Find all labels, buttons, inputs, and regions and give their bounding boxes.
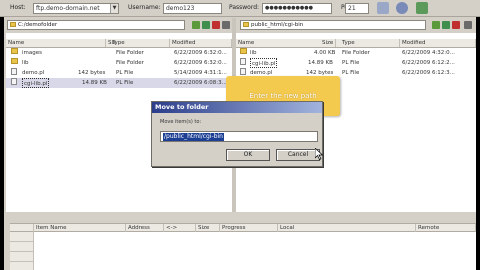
file-type: File Folder — [116, 60, 144, 66]
username-value: demo123 — [166, 5, 195, 12]
right-path-bar: public_html/cgi-bin — [236, 18, 476, 31]
col-modified[interactable]: Modified — [170, 39, 232, 47]
file-modified: 6/22/2009 6:12:3... — [402, 70, 455, 76]
list-item-selected[interactable]: cgi-lib.pl 14.89 KB PL File 6/22/2009 6:… — [6, 78, 232, 88]
file-modified: 6/22/2009 6:08:3... — [174, 80, 227, 86]
password-value: ●●●●●●●●●●● — [265, 5, 313, 11]
file-name: images — [22, 50, 42, 56]
destination-input[interactable]: /public_html/cgi-bin — [160, 131, 318, 142]
file-name: lib — [250, 50, 257, 56]
delete-icon[interactable] — [452, 21, 460, 29]
refresh-icon[interactable] — [202, 21, 210, 29]
host-label: Host: — [10, 4, 26, 11]
list-item[interactable]: demo.pl 142 bytes PL File 5/14/2009 4:31… — [6, 68, 232, 78]
queue-col-blank — [10, 224, 34, 232]
ok-button[interactable]: OK — [226, 149, 270, 161]
queue-col-progress[interactable]: Progress — [220, 224, 278, 232]
file-modified: 5/14/2009 4:31:1... — [174, 70, 227, 76]
file-type: PL File — [342, 60, 360, 66]
queue-col-direction[interactable]: <-> — [164, 224, 196, 232]
disconnect-icon[interactable] — [396, 2, 408, 14]
file-icon — [240, 58, 246, 65]
chevron-down-icon[interactable]: ▼ — [110, 4, 118, 13]
folder-icon — [240, 48, 247, 54]
left-list-header: Name Size Type Modified — [6, 39, 232, 48]
file-modified: 6/22/2009 6:12:2... — [402, 60, 455, 66]
password-label: Password: — [229, 4, 260, 11]
col-size[interactable]: Size — [320, 39, 336, 47]
port-input[interactable]: 21 — [345, 3, 369, 14]
file-type: PL File — [342, 70, 360, 76]
right-list-header: Name Size Type Modified — [236, 39, 476, 48]
folder-icon — [11, 58, 18, 64]
password-input[interactable]: ●●●●●●●●●●● — [262, 3, 332, 14]
host-input[interactable]: ftp.demo-domain.net ▼ — [33, 3, 119, 14]
delete-icon[interactable] — [212, 21, 220, 29]
file-type: PL File — [116, 70, 134, 76]
file-type: File Folder — [116, 50, 144, 56]
file-size: 14.89 KB — [308, 60, 333, 66]
properties-icon[interactable] — [464, 21, 472, 29]
file-size: 14.89 KB — [82, 80, 107, 86]
move-to-folder-dialog: Move to folder Move item(s) to: /public_… — [151, 101, 323, 167]
left-path-bar: C:/demofolder — [4, 18, 232, 31]
mouse-cursor-icon — [315, 148, 323, 160]
host-value: ftp.demo-domain.net — [36, 5, 100, 12]
folder-up-icon[interactable] — [432, 21, 440, 29]
file-modified: 6/22/2009 4:32:0... — [402, 50, 455, 56]
username-label: Username: — [128, 4, 161, 11]
destination-value: /public_html/cgi-bin — [163, 133, 224, 141]
folder-icon — [243, 22, 249, 27]
file-name: cgi-lib.pl — [250, 58, 278, 68]
col-modified[interactable]: Modified — [400, 39, 476, 47]
file-name: lib — [22, 60, 29, 66]
left-path-value: C:/demofolder — [18, 22, 58, 28]
col-name[interactable]: Name — [6, 39, 106, 47]
username-input[interactable]: demo123 — [163, 3, 222, 14]
list-item[interactable]: lib 4.00 KB File Folder 6/22/2009 4:32:0… — [236, 48, 476, 58]
file-icon — [11, 78, 17, 85]
dialog-title[interactable]: Move to folder — [152, 102, 322, 113]
queue-col-size[interactable]: Size — [196, 224, 220, 232]
queue-header: Item Name Address <-> Size Progress Loca… — [10, 223, 476, 232]
list-item[interactable]: cgi-lib.pl 14.89 KB PL File 6/22/2009 6:… — [236, 58, 476, 68]
queue-gutter — [10, 232, 34, 270]
folder-up-icon[interactable] — [192, 21, 200, 29]
col-type[interactable]: Type — [110, 39, 170, 47]
right-path-input[interactable]: public_html/cgi-bin — [240, 20, 426, 30]
queue-splitter[interactable] — [4, 212, 476, 220]
list-item[interactable]: images File Folder 6/22/2009 6:32:0... — [6, 48, 232, 58]
file-type: File Folder — [342, 50, 370, 56]
queue-col-item-name[interactable]: Item Name — [34, 224, 126, 232]
port-value: 21 — [348, 5, 356, 12]
folder-icon — [11, 48, 18, 54]
queue-list[interactable] — [10, 232, 476, 270]
list-item[interactable]: lib File Folder 6/22/2009 6:32:0... — [6, 58, 232, 68]
file-size: 142 bytes — [78, 70, 106, 76]
file-icon — [11, 68, 17, 75]
queue-col-local[interactable]: Local — [278, 224, 416, 232]
cancel-button[interactable]: Cancel — [276, 149, 320, 161]
properties-icon[interactable] — [222, 21, 230, 29]
right-path-value: public_html/cgi-bin — [251, 22, 304, 28]
queue-col-remote[interactable]: Remote — [416, 224, 476, 232]
col-type[interactable]: Type — [340, 39, 400, 47]
connection-toolbar: Host: ftp.demo-domain.net ▼ Username: de… — [0, 0, 480, 17]
refresh-icon[interactable] — [416, 2, 428, 14]
file-modified: 6/22/2009 6:32:0... — [174, 50, 227, 56]
refresh-icon[interactable] — [442, 21, 450, 29]
file-type: PL File — [116, 80, 134, 86]
file-name: demo.pl — [22, 70, 45, 76]
queue-col-address[interactable]: Address — [126, 224, 164, 232]
file-size: 4.00 KB — [314, 50, 336, 56]
right-black-bar — [476, 0, 480, 270]
dialog-prompt: Move item(s) to: — [160, 119, 202, 125]
file-icon — [240, 68, 246, 75]
file-modified: 6/22/2009 6:32:0... — [174, 60, 227, 66]
connect-icon[interactable] — [377, 2, 389, 14]
folder-icon — [10, 22, 16, 27]
left-path-input[interactable]: C:/demofolder — [7, 20, 185, 30]
file-name: cgi-lib.pl — [22, 78, 50, 88]
